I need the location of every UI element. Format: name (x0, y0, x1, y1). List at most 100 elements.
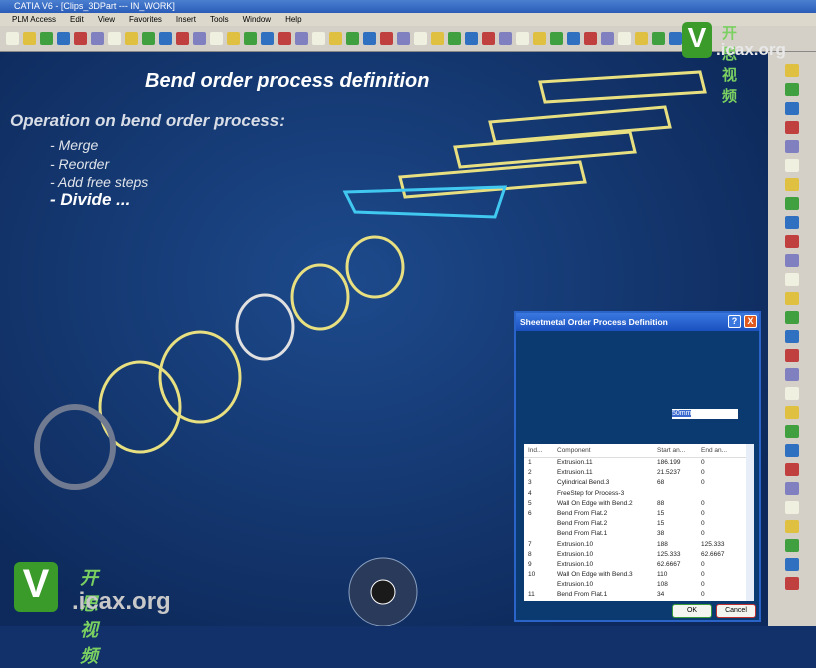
toolbar-button-icon[interactable] (193, 32, 206, 45)
toolbar-button-icon[interactable] (227, 32, 240, 45)
tool-button-icon[interactable] (785, 178, 799, 191)
tool-button-icon[interactable] (785, 349, 799, 362)
tool-button-icon[interactable] (785, 311, 799, 324)
toolbar-button-icon[interactable] (346, 32, 359, 45)
toolbar-button-icon[interactable] (533, 32, 546, 45)
tool-button-icon[interactable] (785, 539, 799, 552)
tool-button-icon[interactable] (785, 83, 799, 96)
toolbar-button-icon[interactable] (23, 32, 36, 45)
menu-item[interactable]: Favorites (129, 13, 162, 26)
table-row[interactable]: 9Extrusion.1062.66670 (524, 560, 754, 570)
tool-button-icon[interactable] (785, 463, 799, 476)
tool-button-icon[interactable] (785, 406, 799, 419)
toolbar-button-icon[interactable] (176, 32, 189, 45)
toolbar-button-icon[interactable] (108, 32, 121, 45)
menu-item[interactable]: PLM Access (12, 13, 56, 26)
toolbar-button-icon[interactable] (516, 32, 529, 45)
tool-button-icon[interactable] (785, 64, 799, 77)
tool-button-icon[interactable] (785, 501, 799, 514)
tool-button-icon[interactable] (785, 330, 799, 343)
toolbar-button-icon[interactable] (159, 32, 172, 45)
toolbar-button-icon[interactable] (431, 32, 444, 45)
toolbar-button-icon[interactable] (74, 32, 87, 45)
toolbar-button-icon[interactable] (261, 32, 274, 45)
toolbar-button-icon[interactable] (499, 32, 512, 45)
tool-button-icon[interactable] (785, 425, 799, 438)
table-row[interactable]: 7Extrusion.10188125.333 (524, 540, 754, 550)
toolbar-button-icon[interactable] (618, 32, 631, 45)
tool-button-icon[interactable] (785, 140, 799, 153)
toolbar-button-icon[interactable] (397, 32, 410, 45)
toolbar-button-icon[interactable] (6, 32, 19, 45)
close-button[interactable]: X (744, 315, 757, 328)
toolbar-button-icon[interactable] (465, 32, 478, 45)
col-index[interactable]: Ind... (524, 444, 557, 457)
tool-button-icon[interactable] (785, 235, 799, 248)
toolbar-button-icon[interactable] (57, 32, 70, 45)
toolbar-button-icon[interactable] (125, 32, 138, 45)
tool-button-icon[interactable] (785, 254, 799, 267)
tool-button-icon[interactable] (785, 216, 799, 229)
value-input[interactable]: 50mm (672, 409, 738, 419)
menu-item[interactable]: Tools (210, 13, 229, 26)
table-row[interactable]: 1Extrusion.11186.1990 (524, 458, 754, 468)
table-row[interactable]: 10Wall On Edge with Bend.31100 (524, 570, 754, 580)
table-row[interactable]: 11Bend From Flat.1340 (524, 590, 754, 600)
toolbar-button-icon[interactable] (244, 32, 257, 45)
table-row[interactable]: Bend From Flat.2150 (524, 519, 754, 529)
tool-button-icon[interactable] (785, 102, 799, 115)
table-row[interactable]: 8Extrusion.10125.33362.6667 (524, 550, 754, 560)
toolbar-button-icon[interactable] (329, 32, 342, 45)
menu-item[interactable]: Help (285, 13, 301, 26)
toolbar-button-icon[interactable] (142, 32, 155, 45)
ok-button[interactable]: OK (672, 604, 712, 618)
tool-button-icon[interactable] (785, 558, 799, 571)
toolbar-button-icon[interactable] (380, 32, 393, 45)
toolbar-button-icon[interactable] (210, 32, 223, 45)
toolbar-button-icon[interactable] (652, 32, 665, 45)
toolbar-button-icon[interactable] (414, 32, 427, 45)
menu-item[interactable]: Insert (176, 13, 196, 26)
table-row[interactable]: Bend From Flat.1380 (524, 529, 754, 539)
tool-button-icon[interactable] (785, 121, 799, 134)
cancel-button[interactable]: Cancel (716, 604, 756, 618)
toolbar-button-icon[interactable] (363, 32, 376, 45)
toolbar-button-icon[interactable] (448, 32, 461, 45)
toolbar-button-icon[interactable] (567, 32, 580, 45)
toolbar-button-icon[interactable] (312, 32, 325, 45)
tool-button-icon[interactable] (785, 444, 799, 457)
toolbar-button-icon[interactable] (669, 32, 682, 45)
table-row[interactable]: 6Bend From Flat.2150 (524, 509, 754, 519)
col-start[interactable]: Start an... (657, 444, 701, 457)
toolbar-button-icon[interactable] (550, 32, 563, 45)
menu-item[interactable]: View (98, 13, 115, 26)
toolbar-button-icon[interactable] (635, 32, 648, 45)
tool-button-icon[interactable] (785, 273, 799, 286)
tool-button-icon[interactable] (785, 159, 799, 172)
col-component[interactable]: Component (557, 444, 657, 457)
table-row[interactable]: 4FreeStep for Process-3 (524, 489, 754, 499)
table-row[interactable]: 2Extrusion.1121.52370 (524, 468, 754, 478)
menu-item[interactable]: Window (243, 13, 271, 26)
toolbar-button-icon[interactable] (40, 32, 53, 45)
tool-button-icon[interactable] (785, 368, 799, 381)
scrollbar[interactable] (746, 444, 754, 601)
tool-button-icon[interactable] (785, 520, 799, 533)
col-end[interactable]: End an... (701, 444, 741, 457)
tool-button-icon[interactable] (785, 577, 799, 590)
table-row[interactable]: 5Wall On Edge with Bend.2880 (524, 499, 754, 509)
toolbar-button-icon[interactable] (295, 32, 308, 45)
toolbar-button-icon[interactable] (482, 32, 495, 45)
tool-button-icon[interactable] (785, 482, 799, 495)
menu-item[interactable]: Edit (70, 13, 84, 26)
table-row[interactable]: 3Cylindrical Bend.3680 (524, 478, 754, 488)
tool-button-icon[interactable] (785, 292, 799, 305)
tool-button-icon[interactable] (785, 197, 799, 210)
help-button[interactable]: ? (728, 315, 741, 328)
toolbar-button-icon[interactable] (601, 32, 614, 45)
toolbar-button-icon[interactable] (91, 32, 104, 45)
toolbar-button-icon[interactable] (584, 32, 597, 45)
toolbar-button-icon[interactable] (278, 32, 291, 45)
process-table[interactable]: Ind... Component Start an... End an... 1… (524, 444, 754, 601)
tool-button-icon[interactable] (785, 387, 799, 400)
